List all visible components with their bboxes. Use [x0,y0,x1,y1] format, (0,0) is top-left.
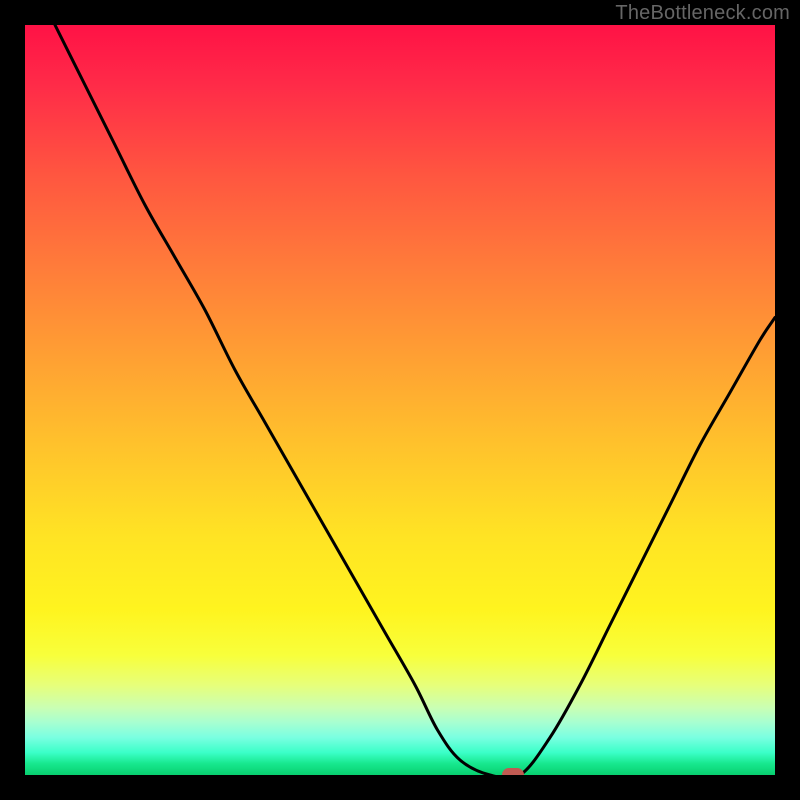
bottleneck-curve [55,25,775,775]
plot-area [25,25,775,775]
watermark-text: TheBottleneck.com [615,2,790,25]
chart-container: TheBottleneck.com [0,0,800,800]
curve-layer [25,25,775,775]
optimum-marker [502,768,524,775]
